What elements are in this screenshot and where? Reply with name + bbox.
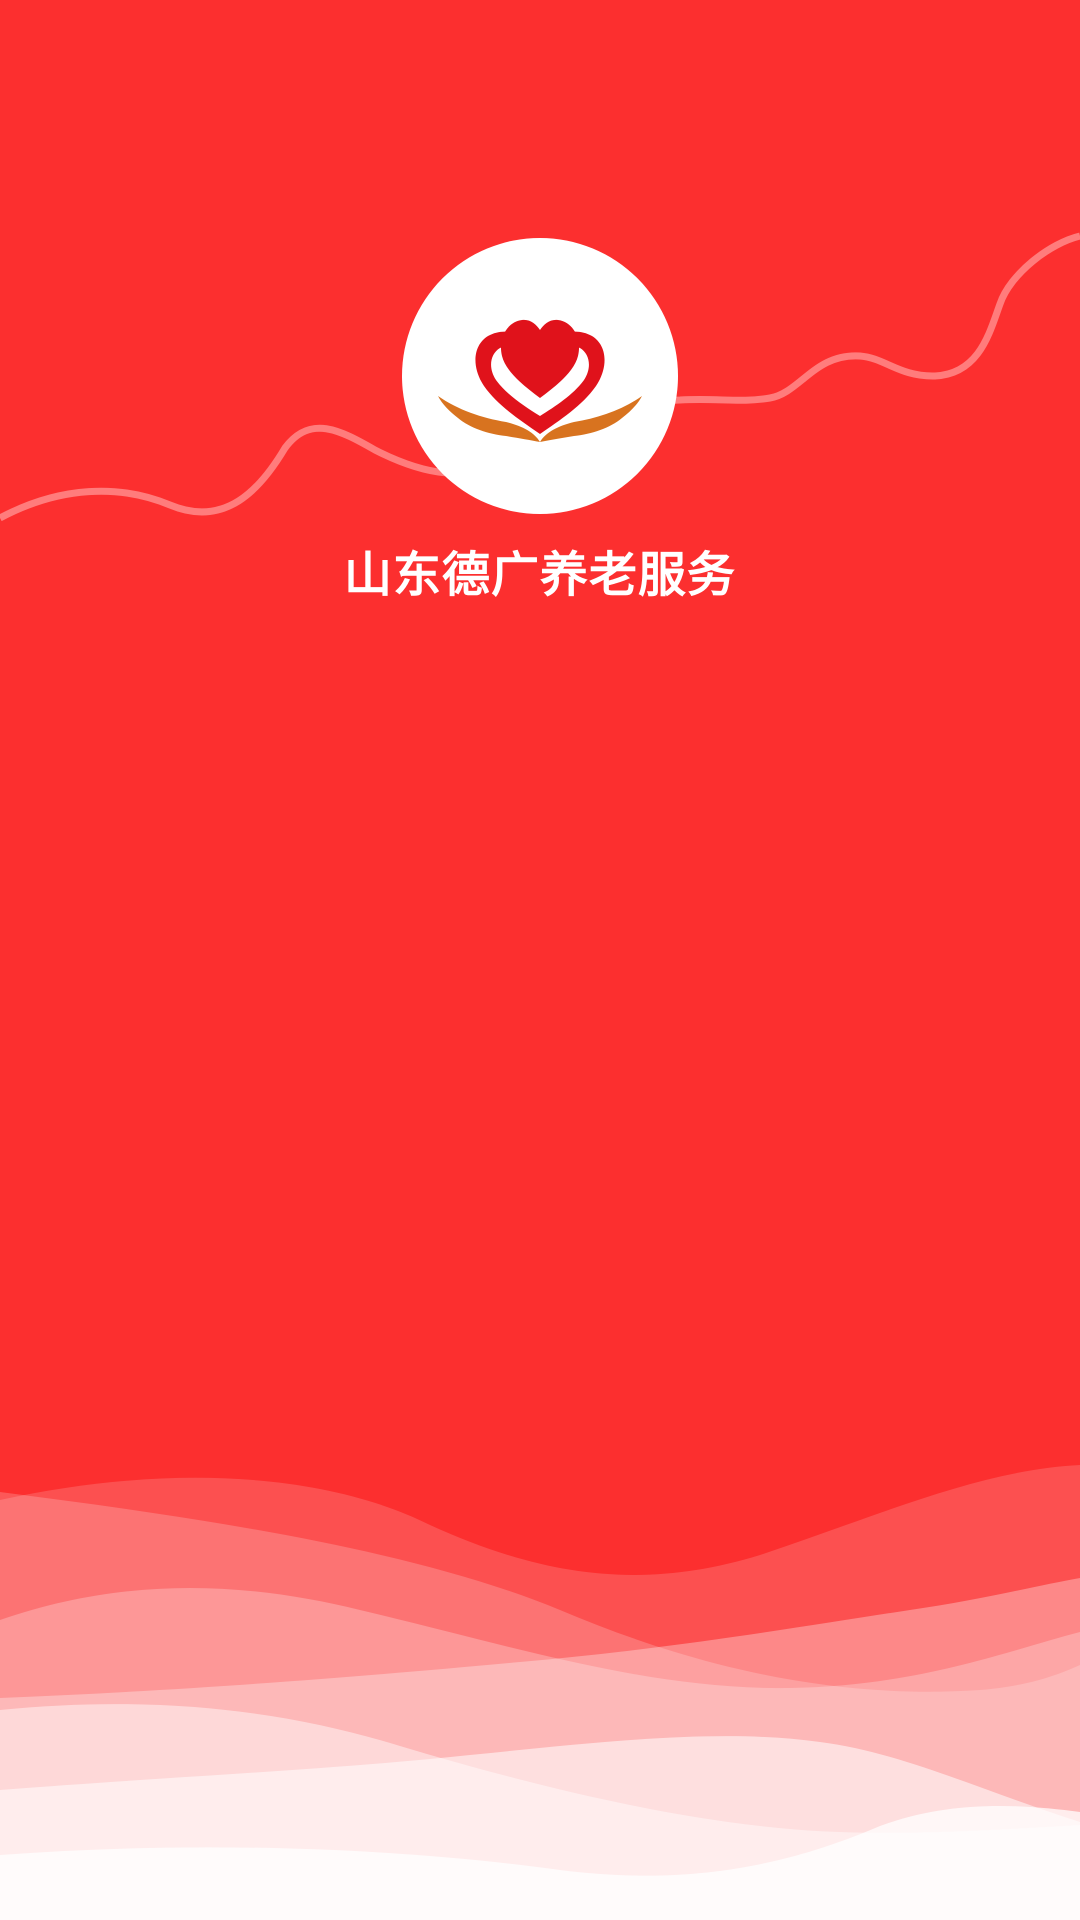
app-title: 山东德广养老服务 xyxy=(343,547,736,603)
heart-in-hands-logo-icon xyxy=(438,319,642,442)
app-logo xyxy=(402,238,678,514)
splash-screen: 山东德广养老服务 xyxy=(0,0,1080,1920)
